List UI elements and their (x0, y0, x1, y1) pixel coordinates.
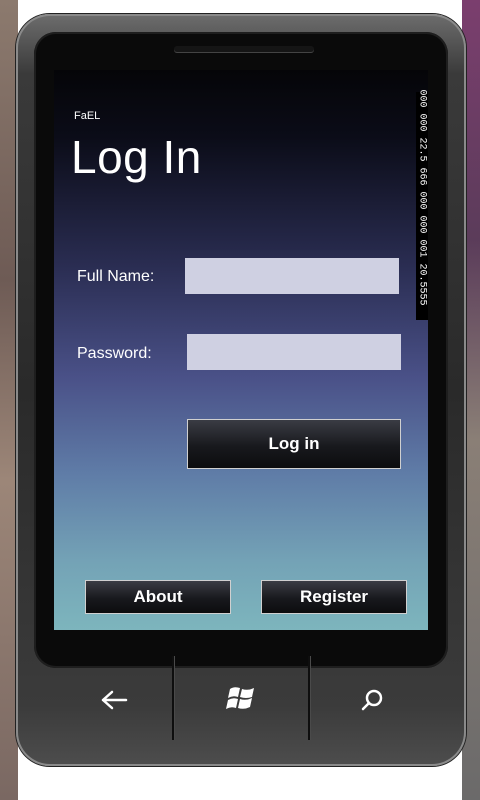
search-icon[interactable] (354, 687, 390, 717)
full-name-input[interactable] (185, 258, 399, 294)
phone-frame: FaEL Log In Full Name: Password: Log in … (16, 14, 466, 766)
hardware-nav-bar (34, 656, 448, 754)
speaker-grille (174, 46, 314, 52)
register-button[interactable]: Register (261, 580, 407, 614)
full-name-label: Full Name: (77, 268, 155, 285)
password-input[interactable] (187, 334, 401, 370)
nav-divider (172, 656, 174, 740)
password-label: Password: (77, 345, 152, 362)
app-screen: FaEL Log In Full Name: Password: Log in … (54, 70, 428, 630)
app-name: FaEL (74, 110, 101, 122)
back-icon[interactable] (94, 688, 134, 718)
windows-logo-icon[interactable] (221, 683, 261, 717)
about-button[interactable]: About (85, 580, 231, 614)
login-button[interactable]: Log in (187, 419, 401, 469)
frame-rate-counter: 000 000 22.5 666 000 000 001 20.5555 (416, 89, 428, 320)
nav-divider (308, 656, 310, 740)
frame-rate-counter-text: 000 000 22.5 666 000 000 001 20.5555 (416, 89, 428, 306)
page-title: Log In (71, 131, 202, 183)
